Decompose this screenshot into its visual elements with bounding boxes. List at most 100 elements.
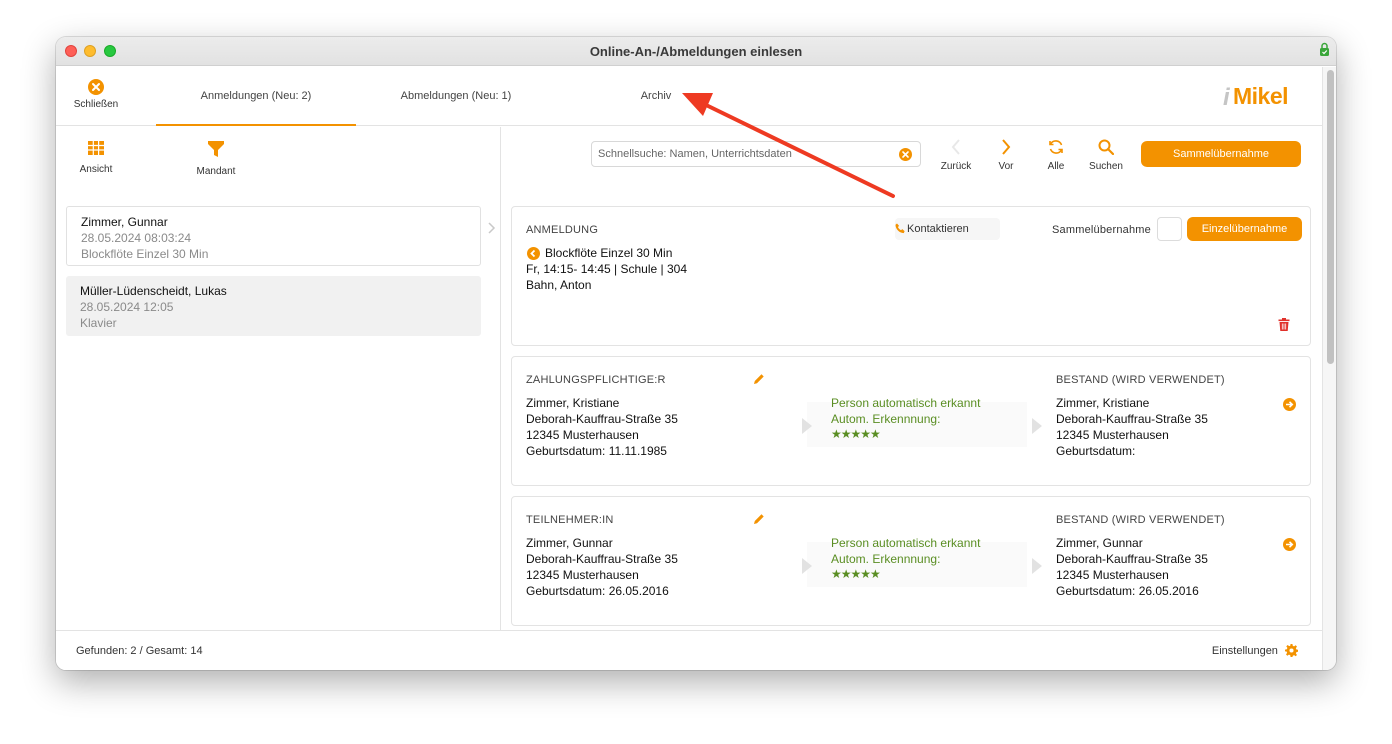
search-input[interactable]: [598, 148, 893, 160]
arrow-right-icon: [802, 418, 812, 434]
mandant-label: Mandant: [196, 166, 236, 177]
list-item-name: Zimmer, Gunnar: [81, 215, 168, 229]
existing-name: Zimmer, Gunnar: [1056, 536, 1143, 550]
list-item-date: 28.05.2024 08:03:24: [81, 231, 192, 245]
forward-label: Vor: [998, 161, 1014, 172]
registration-header: ANMELDUNG: [526, 224, 599, 236]
payer-match-text: Person automatisch erkannt: [831, 396, 981, 410]
existing-birthdate: Geburtsdatum:: [1056, 444, 1136, 458]
settings-button[interactable]: Einstellungen: [1211, 644, 1299, 657]
all-button[interactable]: Alle: [1034, 139, 1078, 172]
payer-name: Zimmer, Kristiane: [526, 396, 620, 410]
chevron-right-icon: [488, 222, 496, 234]
payer-city: 12345 Musterhausen: [526, 428, 639, 442]
list-item-course: Klavier: [80, 316, 117, 330]
participant-header: TEILNEHMER:IN: [526, 514, 614, 526]
close-icon: [88, 79, 104, 95]
close-label: Schließen: [73, 99, 119, 110]
arrow-right-icon: [1032, 418, 1042, 434]
view-label: Ansicht: [79, 164, 113, 175]
existing-street: Deborah-Kauffrau-Straße 35: [1056, 412, 1208, 426]
registration-card: ANMELDUNG Kontaktieren Sammelübernahme E…: [511, 206, 1311, 346]
existing-city: 12345 Musterhausen: [1056, 568, 1169, 582]
arrow-right-circle-icon[interactable]: [1283, 398, 1296, 411]
status-bar: Gefunden: 2 / Gesamt: 14 Einstellungen: [56, 630, 1322, 670]
close-button[interactable]: Schließen: [68, 79, 124, 119]
search-button[interactable]: Suchen: [1084, 139, 1128, 172]
window-title: Online-An-/Abmeldungen einlesen: [589, 44, 803, 59]
payer-birthdate: Geburtsdatum: 11.11.1985: [526, 444, 667, 458]
list-item-name: Müller-Lüdenscheidt, Lukas: [80, 284, 227, 298]
quick-search: [591, 141, 921, 167]
main-content: Schließen Anmeldungen (Neu: 2) Abmeldung…: [56, 67, 1322, 670]
participant-match-stars: ★★★★★: [831, 567, 881, 581]
tab-archiv[interactable]: Archiv: [556, 67, 756, 126]
arrow-right-icon: [802, 558, 812, 574]
existing-name: Zimmer, Kristiane: [1056, 396, 1150, 410]
back-label: Zurück: [940, 161, 972, 172]
all-label: Alle: [1047, 161, 1065, 172]
contact-button[interactable]: Kontaktieren: [895, 218, 1000, 240]
list-item[interactable]: Müller-Lüdenscheidt, Lukas 28.05.2024 12…: [66, 276, 481, 336]
vertical-scrollbar[interactable]: [1322, 67, 1336, 670]
payer-street: Deborah-Kauffrau-Straße 35: [526, 412, 678, 426]
tab-anmeldungen[interactable]: Anmeldungen (Neu: 2): [156, 67, 356, 126]
scrollbar-thumb[interactable]: [1327, 70, 1334, 364]
teacher-name: Bahn, Anton: [526, 278, 592, 292]
existing-birthdate: Geburtsdatum: 26.05.2016: [1056, 584, 1199, 598]
arrow-left-circle-icon: [527, 247, 540, 260]
tab-abmeldungen[interactable]: Abmeldungen (Neu: 1): [356, 67, 556, 126]
bulk-import-button[interactable]: Sammelübernahme: [1141, 141, 1301, 167]
list-item-date: 28.05.2024 12:05: [80, 300, 174, 314]
participant-city: 12345 Musterhausen: [526, 568, 639, 582]
course-name: Blockflöte Einzel 30 Min: [545, 246, 673, 260]
payer-match-label: Autom. Erkennnung:: [831, 412, 941, 426]
chevron-right-icon: [1002, 139, 1011, 155]
payer-match-stars: ★★★★★: [831, 427, 881, 441]
top-toolbar: Schließen Anmeldungen (Neu: 2) Abmeldung…: [56, 67, 1322, 126]
trash-icon[interactable]: [1278, 318, 1290, 331]
arrow-right-circle-icon[interactable]: [1283, 538, 1296, 551]
mandant-button[interactable]: Mandant: [191, 141, 241, 177]
payer-header: ZAHLUNGSPFLICHTIGE:R: [526, 374, 666, 386]
bulk-checkbox-label: Sammelübernahme: [1052, 224, 1151, 236]
search-label: Suchen: [1089, 161, 1123, 172]
imikel-logo: i Mikel: [1223, 83, 1289, 111]
existing-city: 12345 Musterhausen: [1056, 428, 1169, 442]
pencil-icon[interactable]: [753, 513, 765, 525]
settings-label: Einstellungen: [1211, 645, 1278, 657]
pencil-icon[interactable]: [753, 373, 765, 385]
detail-panel: Zurück Vor Alle Suchen Sammelübe: [502, 127, 1322, 631]
participant-card: TEILNEHMER:IN Zimmer, Gunnar Deborah-Kau…: [511, 496, 1311, 626]
single-import-button[interactable]: Einzelübernahme: [1187, 217, 1302, 241]
registration-list-panel: Ansicht Mandant Zimmer, Gunnar 28.05.202…: [56, 127, 501, 631]
existing-street: Deborah-Kauffrau-Straße 35: [1056, 552, 1208, 566]
title-bar: Online-An-/Abmeldungen einlesen: [56, 37, 1336, 66]
phone-icon: [895, 223, 905, 234]
participant-match-label: Autom. Erkennnung:: [831, 552, 941, 566]
back-button[interactable]: Zurück: [934, 139, 978, 172]
list-item-course: Blockflöte Einzel 30 Min: [81, 247, 209, 261]
course-time: Fr, 14:15- 14:45 | Schule | 304: [526, 262, 688, 276]
view-button[interactable]: Ansicht: [76, 141, 116, 175]
participant-birthdate: Geburtsdatum: 26.05.2016: [526, 584, 669, 598]
arrow-right-icon: [1032, 558, 1042, 574]
participant-name: Zimmer, Gunnar: [526, 536, 613, 550]
forward-button[interactable]: Vor: [984, 139, 1028, 172]
search-icon: [1098, 139, 1114, 155]
bulk-checkbox[interactable]: [1157, 217, 1182, 241]
existing-header: BESTAND (WIRD VERWENDET): [1056, 514, 1225, 526]
clear-search-icon[interactable]: [899, 148, 912, 161]
refresh-icon: [1049, 140, 1063, 154]
existing-header: BESTAND (WIRD VERWENDET): [1056, 374, 1225, 386]
result-count: Gefunden: 2 / Gesamt: 14: [76, 645, 203, 657]
participant-match-text: Person automatisch erkannt: [831, 536, 981, 550]
contact-label: Kontaktieren: [907, 223, 969, 235]
list-item[interactable]: Zimmer, Gunnar 28.05.2024 08:03:24 Block…: [66, 206, 481, 266]
app-window: Online-An-/Abmeldungen einlesen Schließe…: [56, 37, 1336, 670]
participant-street: Deborah-Kauffrau-Straße 35: [526, 552, 678, 566]
filter-icon: [208, 141, 224, 157]
payer-card: ZAHLUNGSPFLICHTIGE:R Zimmer, Kristiane D…: [511, 356, 1311, 486]
gear-icon: [1285, 644, 1299, 657]
table-icon: [88, 141, 104, 155]
